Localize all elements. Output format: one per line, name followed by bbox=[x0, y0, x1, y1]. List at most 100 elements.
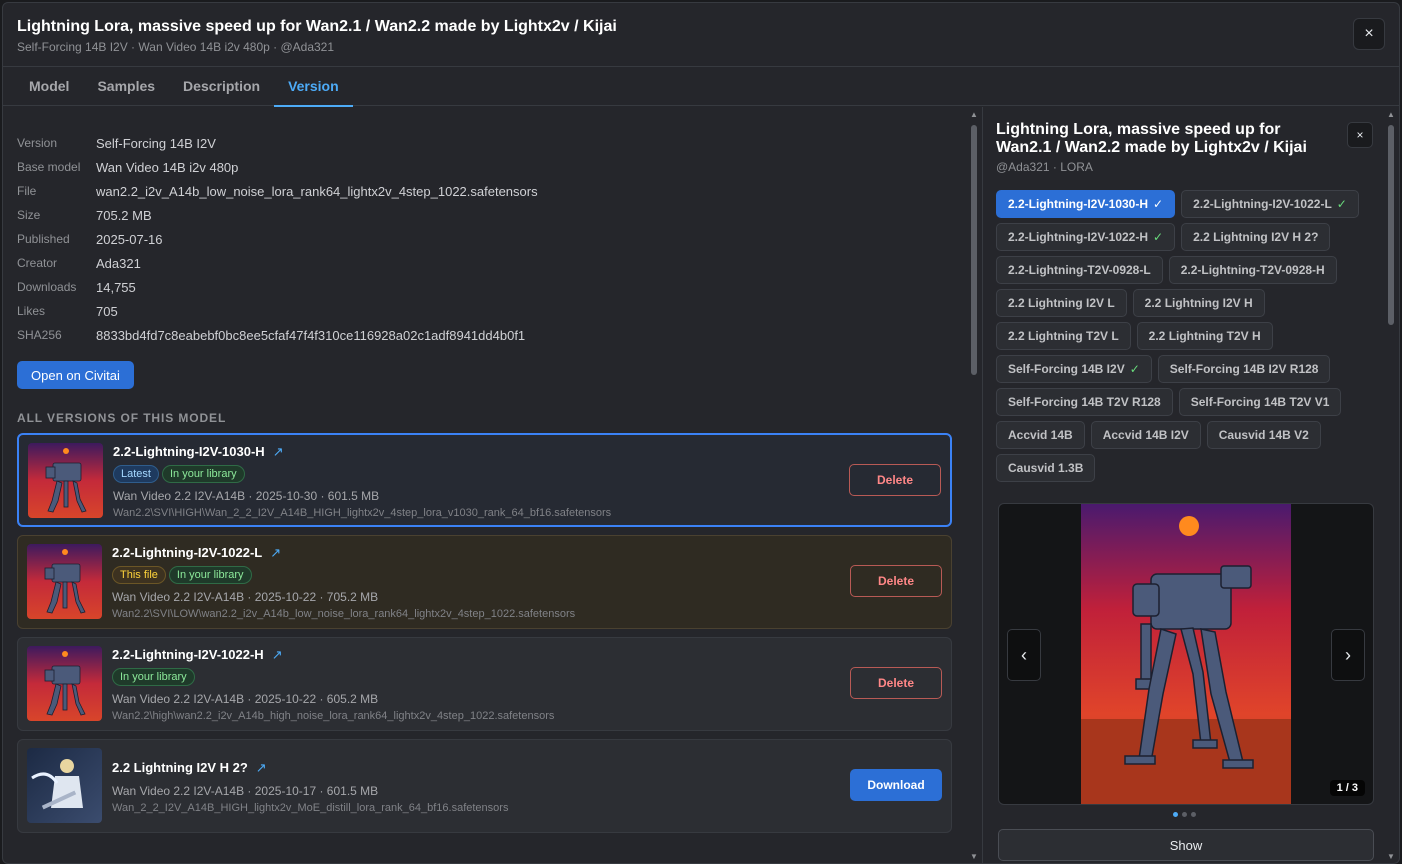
version-name-text: 2.2-Lightning-I2V-1022-H bbox=[112, 647, 264, 662]
version-name-text: 2.2-Lightning-I2V-1022-L bbox=[112, 545, 263, 560]
download-button[interactable]: Download bbox=[850, 769, 942, 801]
pagination-dot[interactable] bbox=[1191, 812, 1196, 817]
version-chip[interactable]: 2.2 Lightning I2V L bbox=[996, 289, 1127, 317]
meta-value: 8833bd4fd7c8eabebf0bc8ee5cfaf47f4f310ce1… bbox=[96, 327, 526, 343]
version-thumbnail[interactable] bbox=[27, 748, 102, 823]
chip-label: 2.2 Lightning I2V H 2? bbox=[1193, 230, 1319, 244]
chevron-left-icon: ‹ bbox=[1021, 644, 1027, 665]
meta-label: File bbox=[17, 184, 37, 198]
external-link-icon[interactable]: ↗ bbox=[256, 760, 267, 775]
meta-label: Likes bbox=[17, 304, 46, 318]
chip-label: Self-Forcing 14B I2V bbox=[1008, 362, 1125, 376]
external-link-icon[interactable]: ↗ bbox=[272, 647, 283, 662]
version-chip[interactable]: Self-Forcing 14B I2V R128 bbox=[1157, 355, 1331, 383]
meta-label: Version bbox=[17, 136, 58, 150]
version-chip[interactable]: Accvid 14B I2V bbox=[1090, 421, 1201, 449]
external-link-icon[interactable]: ↗ bbox=[273, 444, 284, 459]
chip-label: Self-Forcing 14B T2V V1 bbox=[1190, 395, 1330, 409]
close-modal-button[interactable]: × bbox=[1353, 18, 1385, 50]
version-info: Wan Video 2.2 I2V-A14B · 2025-10-30 · 60… bbox=[113, 489, 380, 503]
version-name: 2.2-Lightning-I2V-1022-L ↗ bbox=[112, 545, 281, 561]
version-chip[interactable]: 2.2-Lightning-I2V-1022-H ✓ bbox=[996, 223, 1176, 251]
version-chip[interactable]: Self-Forcing 14B T2V R128 bbox=[996, 388, 1173, 416]
version-chip[interactable]: 2.2 Lightning I2V H bbox=[1132, 289, 1265, 317]
version-info: Wan Video 2.2 I2V-A14B · 2025-10-22 · 70… bbox=[112, 590, 379, 604]
image-counter: 1 / 3 bbox=[1329, 780, 1365, 796]
tab-model[interactable]: Model bbox=[15, 68, 83, 106]
version-card[interactable]: 2.2-Lightning-I2V-1030-H ↗ Latest In your l… bbox=[17, 433, 952, 527]
image-viewer[interactable]: ‹ › 1 / 3 bbox=[998, 503, 1374, 805]
chip-label: Accvid 14B bbox=[1008, 428, 1073, 442]
lib-badge: In your library bbox=[112, 668, 195, 686]
version-chip[interactable]: Self-Forcing 14B I2V ✓ bbox=[996, 355, 1152, 383]
chip-label: 2.2 Lightning I2V H bbox=[1144, 296, 1253, 310]
version-chip[interactable]: 2.2-Lightning-I2V-1030-H ✓ bbox=[996, 190, 1176, 218]
meta-row-base-model: Base model Wan Video 14B i2v 480p bbox=[17, 155, 947, 179]
lib-badge: In your library bbox=[161, 465, 245, 483]
version-metadata: Version Self-Forcing 14B I2V Base model Wan… bbox=[17, 131, 947, 347]
version-thumbnail[interactable] bbox=[27, 646, 102, 721]
show-button[interactable]: Show bbox=[998, 829, 1374, 861]
version-file-path: Wan_2_2_I2V_A14B_HIGH_lightx2v_MoE_disti… bbox=[112, 802, 509, 814]
meta-value: 2025-07-16 bbox=[96, 231, 163, 247]
this-badge: This file bbox=[112, 566, 166, 584]
version-chip[interactable]: Accvid 14B bbox=[996, 421, 1085, 449]
meta-row-sha256: SHA256 8833bd4fd7c8eabebf0bc8ee5cfaf47f4f… bbox=[17, 323, 947, 347]
version-card[interactable]: 2.2 Lightning I2V H 2? ↗ Wan Video 2.2 I2V… bbox=[17, 739, 952, 833]
version-thumbnail[interactable] bbox=[28, 443, 103, 518]
close-panel-button[interactable]: × bbox=[1347, 122, 1373, 148]
meta-value: Self-Forcing 14B I2V bbox=[96, 135, 216, 151]
version-card[interactable]: 2.2-Lightning-I2V-1022-H ↗ In your library… bbox=[17, 637, 952, 731]
chip-label: 2.2-Lightning-T2V-0928-H bbox=[1180, 263, 1325, 277]
tab-description[interactable]: Description bbox=[169, 68, 274, 106]
version-chip[interactable]: 2.2-Lightning-T2V-0928-L bbox=[996, 256, 1163, 284]
tab-samples[interactable]: Samples bbox=[83, 68, 169, 106]
meta-label: Published bbox=[17, 232, 70, 246]
version-chip[interactable]: Self-Forcing 14B T2V V1 bbox=[1178, 388, 1342, 416]
pagination-dot[interactable] bbox=[1182, 812, 1187, 817]
panel-subtitle: @Ada321 · LORA bbox=[996, 160, 1093, 174]
version-chip[interactable]: 2.2-Lightning-T2V-0928-H bbox=[1168, 256, 1337, 284]
version-file-path: Wan2.2\SVI\LOW\wan2.2_i2v_A14b_low_noise… bbox=[112, 608, 576, 620]
meta-row-published: Published 2025-07-16 bbox=[17, 227, 947, 251]
image-pagination-dots bbox=[1173, 812, 1196, 817]
latest-badge: Latest bbox=[113, 465, 159, 483]
meta-value: 14,755 bbox=[96, 279, 136, 295]
external-link-icon[interactable]: ↗ bbox=[270, 545, 281, 560]
version-thumbnail[interactable] bbox=[27, 544, 102, 619]
scroll-up-icon[interactable]: ▲ bbox=[969, 110, 979, 120]
next-image-button[interactable]: › bbox=[1331, 629, 1365, 681]
chevron-right-icon: › bbox=[1345, 644, 1351, 665]
preview-image bbox=[1081, 504, 1291, 804]
meta-label: Base model bbox=[17, 160, 81, 174]
model-preview-panel: Lightning Lora, massive speed up for Wan… bbox=[982, 107, 1386, 863]
scroll-down-icon[interactable]: ▼ bbox=[969, 852, 979, 862]
open-on-civitai-button[interactable]: Open on Civitai bbox=[17, 361, 134, 389]
delete-button[interactable]: Delete bbox=[850, 667, 942, 699]
version-chip[interactable]: 2.2 Lightning T2V H bbox=[1136, 322, 1273, 350]
chip-label: Causvid 14B V2 bbox=[1218, 428, 1309, 442]
pagination-dot[interactable] bbox=[1173, 812, 1178, 817]
version-chip[interactable]: 2.2 Lightning I2V H 2? bbox=[1181, 223, 1331, 251]
meta-value: wan2.2_i2v_A14b_low_noise_lora_rank64_li… bbox=[96, 183, 538, 199]
version-chip[interactable]: Causvid 14B V2 bbox=[1206, 421, 1321, 449]
right-scrollbar[interactable]: ▲ ▼ bbox=[1385, 107, 1397, 863]
tab-version[interactable]: Version bbox=[274, 68, 353, 107]
version-chip[interactable]: 2.2-Lightning-I2V-1022-L ✓ bbox=[1181, 190, 1359, 218]
delete-button[interactable]: Delete bbox=[850, 565, 942, 597]
scrollbar-thumb[interactable] bbox=[1388, 125, 1394, 325]
modal-title: Lightning Lora, massive speed up for Wan… bbox=[17, 18, 617, 35]
versions-heading: ALL VERSIONS OF THIS MODEL bbox=[17, 411, 227, 425]
version-card[interactable]: 2.2-Lightning-I2V-1022-L ↗ This file In you… bbox=[17, 535, 952, 629]
version-details-pane: Version Self-Forcing 14B I2V Base model Wan… bbox=[3, 107, 967, 863]
prev-image-button[interactable]: ‹ bbox=[1007, 629, 1041, 681]
scroll-down-icon[interactable]: ▼ bbox=[1386, 852, 1396, 862]
scroll-up-icon[interactable]: ▲ bbox=[1386, 110, 1396, 120]
version-chips: 2.2-Lightning-I2V-1030-H ✓ 2.2-Lightning-I… bbox=[996, 190, 1376, 482]
left-scrollbar[interactable]: ▲ ▼ bbox=[968, 107, 980, 863]
version-chip[interactable]: 2.2 Lightning T2V L bbox=[996, 322, 1131, 350]
delete-button[interactable]: Delete bbox=[849, 464, 941, 496]
version-chip[interactable]: Causvid 1.3B bbox=[996, 454, 1096, 482]
scrollbar-thumb[interactable] bbox=[971, 125, 977, 375]
meta-value: 705 bbox=[96, 303, 118, 319]
